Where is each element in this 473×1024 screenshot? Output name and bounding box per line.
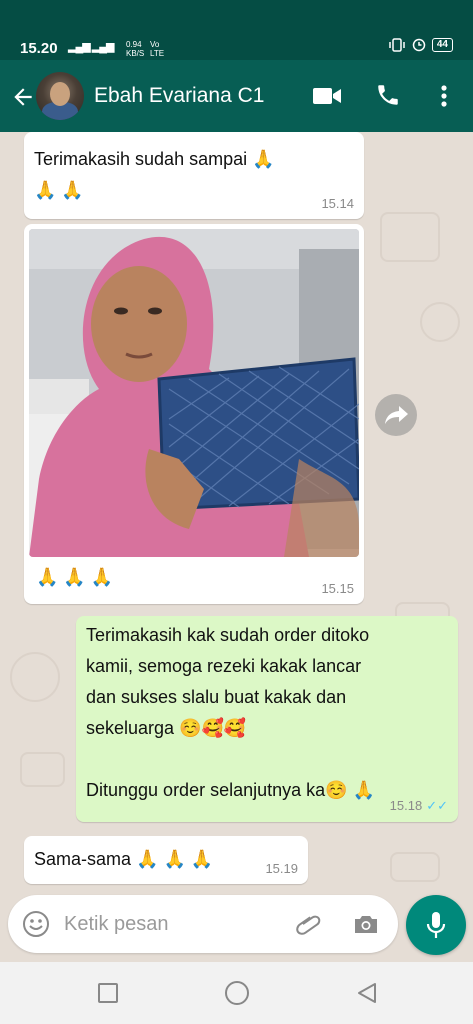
message-time-group: 15.18 ✓✓ <box>390 798 448 814</box>
image-caption: 🙏 🙏 🙏 <box>36 567 114 587</box>
system-nav-bar <box>0 962 473 1024</box>
message-bubble-incoming[interactable]: Terimakasih sudah sampai 🙏 🙏 🙏 15.14 <box>24 132 364 219</box>
message-time: 15.14 <box>321 196 354 211</box>
chat-area[interactable]: Terimakasih sudah sampai 🙏 🙏 🙏 15.14 🙏 🙏… <box>0 132 473 894</box>
attach-icon[interactable] <box>294 910 322 938</box>
wallpaper-doodle <box>390 852 440 882</box>
forward-icon <box>385 406 408 424</box>
video-call-icon[interactable] <box>312 86 342 106</box>
avatar-face <box>50 82 70 106</box>
message-text: Terimakasih kak sudah order ditoko kamii… <box>86 625 375 800</box>
wallpaper-doodle <box>420 302 460 342</box>
more-vert-icon[interactable] <box>432 82 456 110</box>
phone-icon[interactable] <box>375 82 401 108</box>
back-arrow-icon[interactable] <box>10 84 36 110</box>
message-bubble-image[interactable]: 🙏 🙏 🙏 15.15 <box>24 224 364 604</box>
network-speed-value: 0.94 <box>126 40 142 49</box>
message-time: 15.19 <box>265 861 298 876</box>
network-type-bottom: LTE <box>150 49 165 58</box>
network-type: Vo LTE <box>150 40 164 58</box>
signal-icon: ▂▄▆ ▂▄▆ <box>68 41 114 53</box>
network-type-top: Vo <box>150 40 160 49</box>
status-right-group: 44 <box>388 38 453 52</box>
message-time: 15.18 <box>389 798 423 813</box>
message-text: Terimakasih sudah sampai 🙏 🙏 🙏 <box>34 149 275 200</box>
back-button-icon[interactable] <box>354 980 380 1006</box>
battery-level: 44 <box>431 38 453 52</box>
wallpaper-doodle <box>20 752 65 787</box>
chat-header: Ebah Evariana C1 <box>0 60 473 132</box>
network-speed: 0.94 KB/S <box>126 40 144 58</box>
status-time: 15.20 <box>20 40 58 57</box>
recents-button-icon[interactable] <box>98 983 118 1003</box>
home-button-icon[interactable] <box>225 981 249 1005</box>
message-time: 15.15 <box>321 581 354 596</box>
avatar[interactable] <box>36 72 84 120</box>
mic-button[interactable] <box>406 895 466 955</box>
wallpaper-doodle <box>380 212 440 262</box>
message-input-bar: Ketik pesan <box>8 895 398 953</box>
read-ticks-icon: ✓✓ <box>426 798 448 813</box>
wallpaper-doodle <box>10 652 60 702</box>
message-input[interactable]: Ketik pesan <box>64 913 169 936</box>
alarm-icon <box>412 38 426 52</box>
forward-button[interactable] <box>375 394 417 436</box>
vibrate-icon <box>389 38 405 52</box>
camera-icon[interactable] <box>352 910 380 938</box>
message-photo[interactable] <box>29 229 359 557</box>
network-speed-unit: KB/S <box>126 49 145 58</box>
emoji-icon[interactable] <box>22 910 50 938</box>
message-bubble-incoming[interactable]: Sama-sama 🙏 🙏 🙏 15.19 <box>24 836 308 884</box>
message-bubble-outgoing[interactable]: Terimakasih kak sudah order ditoko kamii… <box>76 616 458 822</box>
message-text: Sama-sama 🙏 🙏 🙏 <box>34 849 214 869</box>
mic-icon <box>426 912 446 938</box>
contact-name[interactable]: Ebah Evariana C1 <box>94 84 264 108</box>
status-bar: 15.20 ▂▄▆ ▂▄▆ 0.94 KB/S Vo LTE 44 <box>0 0 473 60</box>
photo-image <box>29 229 359 557</box>
